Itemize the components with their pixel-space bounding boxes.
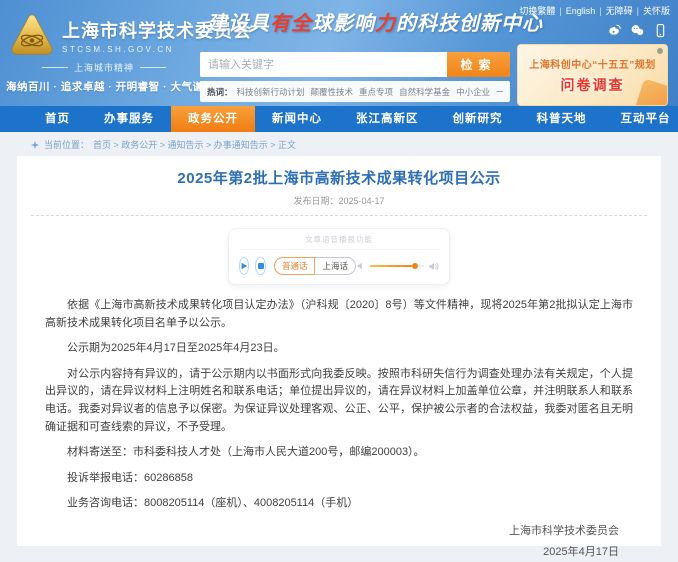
city-spirit-title: 上海城市精神: [73, 63, 134, 73]
header-slogan: 建设具有全球影响力的科技创新中心: [207, 7, 543, 36]
slogan-char: 影: [333, 11, 354, 35]
article-paragraph-3: 材料寄送至：市科委科技人才处（上海市人民大道200号，邮编200003）。: [67, 446, 425, 459]
top-link-2[interactable]: 无障碍: [606, 4, 633, 17]
lang-mandarin-button[interactable]: 普通话: [273, 257, 316, 275]
top-link-1[interactable]: English: [566, 6, 596, 16]
mobile-icon[interactable]: [652, 22, 668, 38]
top-link-3[interactable]: 关怀版: [643, 4, 670, 17]
top-link-separator: |: [636, 5, 639, 16]
top-link-separator: |: [599, 5, 602, 16]
audio-player: 文章语音播报功能 普通话 上海话: [228, 228, 450, 285]
volume-knob[interactable]: [412, 263, 419, 269]
play-button[interactable]: [239, 257, 250, 275]
article-paragraph-4: 投诉举报电话：60286858: [67, 471, 193, 484]
site-header: 切换繁體 | English | 无障碍 | 关怀版 上海市科学技术委员会 ST…: [0, 0, 678, 106]
slogan-char: 科: [417, 11, 438, 35]
hot-word-link-3[interactable]: 自然科学基金: [399, 86, 450, 98]
hot-word-link-4[interactable]: 中小企业: [456, 86, 490, 98]
main-nav: 首页 办事服务 政务公开 新闻中心 张江高新区 创新研究 科普天地 互动平台: [0, 106, 678, 132]
hot-words-bar: 热词： 科技创新行动计划颠覆性技术重点专项自然科学基金中小企业一带一路: [200, 81, 510, 102]
volume-control: [356, 261, 439, 272]
volume-mute-icon[interactable]: [356, 261, 366, 271]
search-button[interactable]: 检索: [447, 52, 510, 77]
nav-item-6[interactable]: 科普天地: [520, 106, 604, 132]
location-icon: [30, 140, 40, 149]
nav-item-4[interactable]: 张江高新区: [339, 106, 436, 132]
hot-words-label: 热词：: [207, 86, 233, 97]
slogan-char: 建: [207, 11, 228, 35]
article-paragraph-5: 业务咨询电话：8008205114（座机）、4008205114（手机）: [67, 497, 359, 510]
dashed-divider: [31, 215, 647, 216]
city-spirit: 上海城市精神 海纳百川 · 追求卓越 · 开明睿智 · 大气谦和: [6, 61, 215, 94]
nav-item-0[interactable]: 首页: [28, 106, 87, 132]
slogan-char: 新: [480, 11, 501, 35]
stop-button[interactable]: [255, 257, 266, 275]
page-title: 2025年第2批上海市高新技术成果转化项目公示: [177, 170, 501, 187]
hot-word-link-2[interactable]: 重点专项: [359, 86, 393, 98]
slogan-char: 球: [312, 11, 333, 35]
slogan-char: 具: [249, 11, 270, 35]
volume-up-icon[interactable]: [428, 261, 439, 272]
nav-item-3[interactable]: 新闻中心: [255, 106, 339, 132]
nav-item-7[interactable]: 互动平台: [604, 106, 678, 132]
slogan-char: 创: [459, 11, 480, 35]
divider-line: [140, 67, 166, 68]
nav-item-1[interactable]: 办事服务: [87, 106, 171, 132]
slogan-char: 响: [354, 11, 375, 35]
article-paragraph-1: 公示期为2025年4月17日至2025年4月23日。: [67, 342, 285, 355]
top-link-separator: |: [559, 5, 562, 16]
audio-player-caption: 文章语音播报功能: [239, 234, 439, 250]
signature-org: 上海市科学技术委员会: [509, 524, 619, 537]
page: 切换繁體 | English | 无障碍 | 关怀版 上海市科学技术委员会 ST…: [0, 0, 678, 562]
hot-word-link-1[interactable]: 颠覆性技术: [311, 86, 354, 98]
signature-block: 上海市科学技术委员会 2025年4月17日: [17, 521, 661, 562]
slogan-char: 技: [438, 11, 459, 35]
slogan-char: 心: [522, 11, 543, 35]
slogan-char: 全: [291, 11, 312, 35]
volume-slider[interactable]: [370, 263, 424, 269]
hot-word-link-0[interactable]: 科技创新行动计划: [237, 86, 305, 98]
breadcrumb-path[interactable]: 首页 > 政务公开 > 通知告示 > 办事通知告示 > 正文: [93, 138, 296, 151]
stop-icon: [257, 263, 264, 269]
lang-shanghainese-button[interactable]: 上海话: [315, 257, 356, 275]
slogan-char: 中: [501, 11, 522, 35]
slogan-char: 有: [270, 11, 291, 35]
nav-item-5[interactable]: 创新研究: [436, 106, 520, 132]
hot-words-list: 科技创新行动计划颠覆性技术重点专项自然科学基金中小企业一带一路: [237, 86, 503, 98]
search-bar: 检索: [200, 52, 510, 77]
article-card: 2025年第2批上海市高新技术成果转化项目公示 发布日期：2025-04-17 …: [17, 156, 661, 558]
wechat-icon[interactable]: [629, 22, 645, 38]
banner-line1: 上海科创中心“十五五”规划: [529, 60, 656, 71]
hot-word-link-5[interactable]: 一带一路: [496, 86, 503, 98]
breadcrumb: 当前位置： 首页 > 政务公开 > 通知告示 > 办事通知告示 > 正文: [30, 138, 296, 151]
nav-item-2[interactable]: 政务公开: [171, 106, 255, 132]
article-body: 依据《上海市高新技术成果转化项目认定办法》（沪科规〔2020〕8号）等文件精神，…: [17, 285, 661, 513]
city-spirit-text: 海纳百川 · 追求卓越 · 开明睿智 · 大气谦和: [6, 81, 215, 93]
weibo-icon[interactable]: [606, 22, 622, 38]
divider-line: [41, 67, 68, 68]
search-input[interactable]: [200, 52, 447, 77]
slogan-char: 力: [375, 11, 396, 35]
survey-banner[interactable]: 上海科创中心“十五五”规划 问卷调查: [517, 44, 668, 106]
signature-date: 2025年4月17日: [543, 545, 619, 558]
play-icon: [241, 262, 248, 270]
slogan-char: 的: [396, 11, 417, 35]
language-toggle: 普通话 上海话: [273, 257, 356, 275]
social-icons: [606, 22, 668, 38]
stcsm-emblem-icon: [11, 14, 53, 55]
volume-fill: [370, 265, 413, 267]
slogan-char: 设: [228, 11, 249, 35]
article-paragraph-2: 对公示内容持有异议的，请于公示期内以书面形式向我委反映。按照市科研失信行为调查处…: [45, 367, 633, 433]
breadcrumb-label: 当前位置：: [44, 140, 90, 150]
article-paragraph-0: 依据《上海市高新技术成果转化项目认定办法》（沪科规〔2020〕8号）等文件精神，…: [45, 299, 633, 329]
publish-date: 发布日期：2025-04-17: [293, 196, 385, 206]
banner-close-icon[interactable]: [657, 48, 663, 54]
